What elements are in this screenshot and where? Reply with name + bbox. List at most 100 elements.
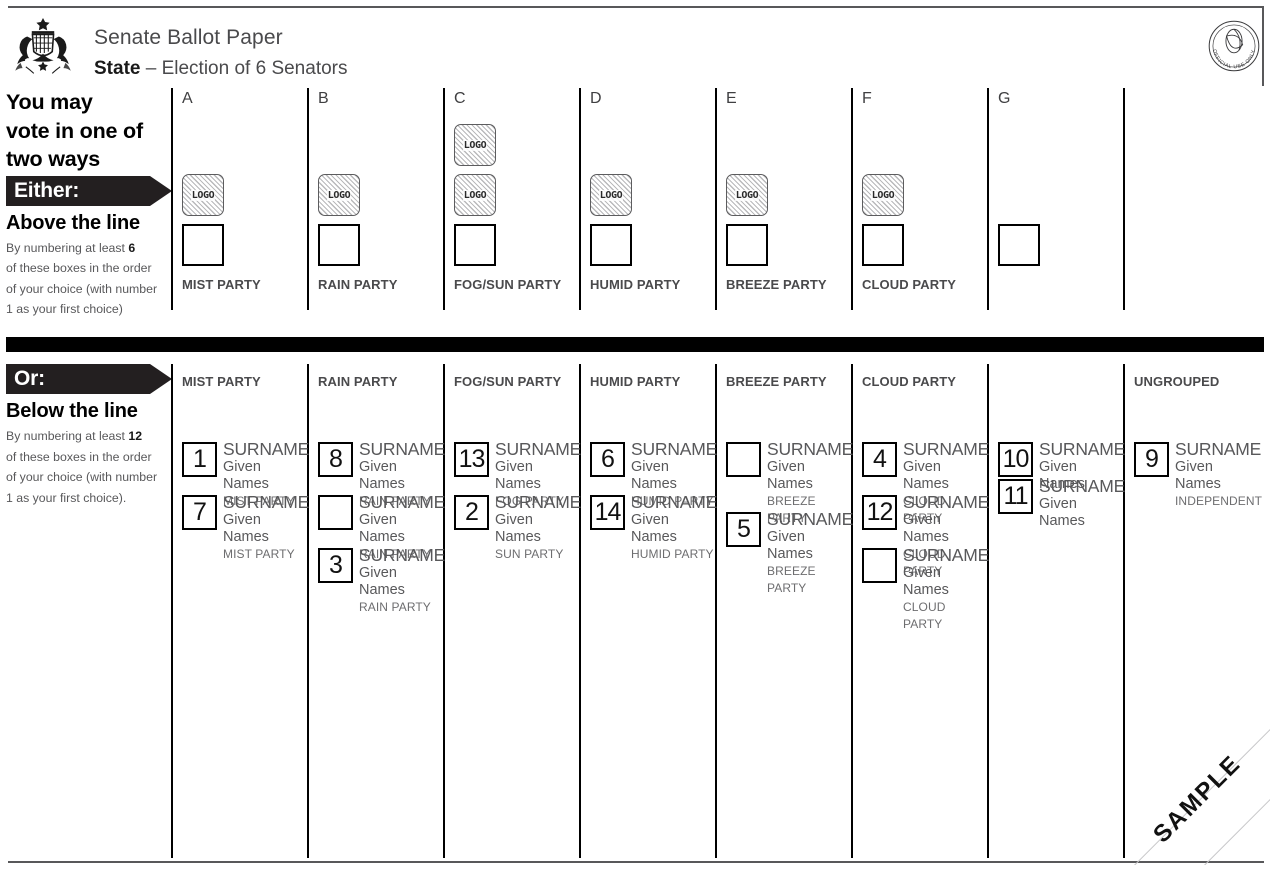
- candidate-surname: SURNAME: [359, 492, 446, 512]
- either-banner-label: Either:: [14, 178, 80, 202]
- below-the-line-divider-0: [171, 364, 173, 858]
- official-use-only-seal-icon: OFFICIAL USE ONLY: [1208, 20, 1260, 72]
- instructions-above-the-line: You may vote in one of two ways Either: …: [6, 88, 176, 320]
- candidate-details: SURNAME Given Names CLOUD PARTY: [903, 546, 989, 632]
- instructions-below-the-line: Or: Below the line By numbering at least…: [6, 364, 176, 508]
- candidate-preference-box[interactable]: 5: [726, 512, 761, 547]
- svg-text:OFFICIAL USE ONLY: OFFICIAL USE ONLY: [1211, 49, 1257, 71]
- above-the-line-divider-1: [307, 88, 309, 310]
- group-letter-e: E: [726, 90, 737, 107]
- candidate-details: SURNAME Given Names INDEPENDENT: [1175, 439, 1263, 510]
- below-the-line-group-name-5: CLOUD PARTY: [862, 374, 957, 389]
- candidate-party-affiliation: BREEZE PARTY: [767, 564, 816, 595]
- above-the-line-divider-6: [987, 88, 989, 310]
- candidate-details: SURNAME Given Names HUMID PARTY: [631, 493, 717, 563]
- candidate-preference-box[interactable]: [726, 442, 761, 477]
- above-the-line-vote-box-f[interactable]: [862, 224, 904, 266]
- candidate-given-names: Given Names: [359, 512, 405, 545]
- party-logo-label: LOGO: [190, 189, 216, 201]
- above-the-line-instructions: By numbering at least 6 of these boxes i…: [6, 238, 176, 320]
- candidate-surname: SURNAME: [223, 492, 310, 512]
- section-divider-bar: [6, 337, 1264, 352]
- page-title: Senate Ballot Paper: [94, 26, 283, 49]
- party-logo-d-1: LOGO: [590, 174, 632, 216]
- candidate-preference-box[interactable]: 8: [318, 442, 353, 477]
- candidate-preference-box[interactable]: 12: [862, 495, 897, 530]
- above-the-line-party-name-f: CLOUD PARTY: [862, 277, 957, 292]
- above-the-line-vote-box-b[interactable]: [318, 224, 360, 266]
- candidate-preference-box[interactable]: 9: [1134, 442, 1169, 477]
- below-the-line-group-name-2: FOG/SUN PARTY: [454, 374, 562, 389]
- above-the-line-vote-box-g[interactable]: [998, 224, 1040, 266]
- party-logo-label: LOGO: [462, 139, 488, 151]
- candidate-given-names: Given Names: [1175, 459, 1221, 492]
- candidate-preference-box[interactable]: 2: [454, 495, 489, 530]
- above-the-line-vote-box-e[interactable]: [726, 224, 768, 266]
- or-banner: Or:: [6, 364, 172, 394]
- candidate-given-names: Given Names: [359, 459, 405, 492]
- above-instr-line-1a: By numbering at least: [6, 240, 129, 255]
- below-instr-line-1a: By numbering at least: [6, 429, 129, 443]
- candidate-preference-box[interactable]: 3: [318, 548, 353, 583]
- candidate-surname: SURNAME: [631, 439, 718, 459]
- candidate-given-names: Given Names: [903, 565, 949, 598]
- candidate-preference-box[interactable]: [862, 548, 897, 583]
- candidate-party-affiliation: SUN PARTY: [495, 547, 564, 561]
- below-the-line-group-name-3: HUMID PARTY: [590, 374, 681, 389]
- candidate-preference-box[interactable]: 11: [998, 479, 1033, 514]
- below-the-line-group-name-1: RAIN PARTY: [318, 374, 398, 389]
- below-the-line-group-name-4: BREEZE PARTY: [726, 374, 827, 389]
- candidate-surname: SURNAME: [1175, 439, 1262, 459]
- party-logo-label: LOGO: [734, 189, 760, 201]
- party-logo-label: LOGO: [326, 189, 352, 201]
- below-the-line-instructions: By numbering at least 12 of these boxes …: [6, 426, 176, 508]
- below-the-line-heading: Below the line: [6, 400, 138, 422]
- party-logo-b-1: LOGO: [318, 174, 360, 216]
- candidate-preference-box[interactable]: 4: [862, 442, 897, 477]
- below-instr-count: 12: [128, 429, 143, 443]
- below-instr-line-4: 1 as your first choice).: [6, 490, 127, 505]
- candidate-given-names: Given Names: [359, 565, 405, 598]
- candidate-given-names: Given Names: [631, 512, 677, 545]
- candidate-preference-box[interactable]: 10: [998, 442, 1033, 477]
- candidate-preference-box[interactable]: 14: [590, 495, 625, 530]
- sample-watermark: SAMPLE: [1130, 725, 1270, 865]
- election-label: – Election of 6 Senators: [145, 58, 348, 79]
- candidate-details: SURNAME Given Names BREEZE PARTY: [767, 510, 853, 596]
- candidate-details: SURNAME Given Names RAIN PARTY: [359, 546, 445, 616]
- candidate-preference-box[interactable]: 13: [454, 442, 489, 477]
- vote-intro-line-3: two ways: [6, 147, 100, 171]
- candidate-surname: SURNAME: [767, 439, 854, 459]
- candidate-details: SURNAME Given Names: [1039, 477, 1125, 530]
- above-the-line-party-name-c: FOG/SUN PARTY: [454, 277, 562, 292]
- group-letter-f: F: [862, 90, 872, 107]
- page-bottom-rule: [8, 861, 1264, 863]
- above-the-line-divider-4: [715, 88, 717, 310]
- candidate-preference-box[interactable]: 1: [182, 442, 217, 477]
- candidate-party-affiliation: INDEPENDENT: [1175, 494, 1263, 508]
- group-letter-c: C: [454, 90, 466, 107]
- candidate-surname: SURNAME: [903, 439, 990, 459]
- above-the-line-party-name-e: BREEZE PARTY: [726, 277, 827, 292]
- candidate-given-names: Given Names: [631, 459, 677, 492]
- candidate-details: SURNAME Given Names MIST PARTY: [223, 493, 309, 563]
- candidate-given-names: Given Names: [1039, 496, 1085, 529]
- candidate-details: SURNAME Given Names SUN PARTY: [495, 493, 581, 563]
- party-logo-f-1: LOGO: [862, 174, 904, 216]
- above-the-line-party-name-b: RAIN PARTY: [318, 277, 398, 292]
- candidate-party-affiliation: RAIN PARTY: [359, 600, 431, 614]
- candidate-preference-box[interactable]: [318, 495, 353, 530]
- above-the-line-vote-box-a[interactable]: [182, 224, 224, 266]
- watermark-label: SAMPLE: [1148, 749, 1247, 849]
- above-the-line-vote-box-d[interactable]: [590, 224, 632, 266]
- candidate-given-names: Given Names: [495, 512, 541, 545]
- above-the-line-divider-2: [443, 88, 445, 310]
- candidate-preference-box[interactable]: 6: [590, 442, 625, 477]
- party-logo-label: LOGO: [598, 189, 624, 201]
- candidate-preference-box[interactable]: 7: [182, 495, 217, 530]
- above-the-line-divider-7: [1123, 88, 1125, 310]
- candidate-party-affiliation: CLOUD PARTY: [903, 600, 946, 631]
- party-logo-c-1: LOGO: [454, 124, 496, 166]
- above-the-line-vote-box-c[interactable]: [454, 224, 496, 266]
- vote-intro-line-2: vote in one of: [6, 118, 143, 143]
